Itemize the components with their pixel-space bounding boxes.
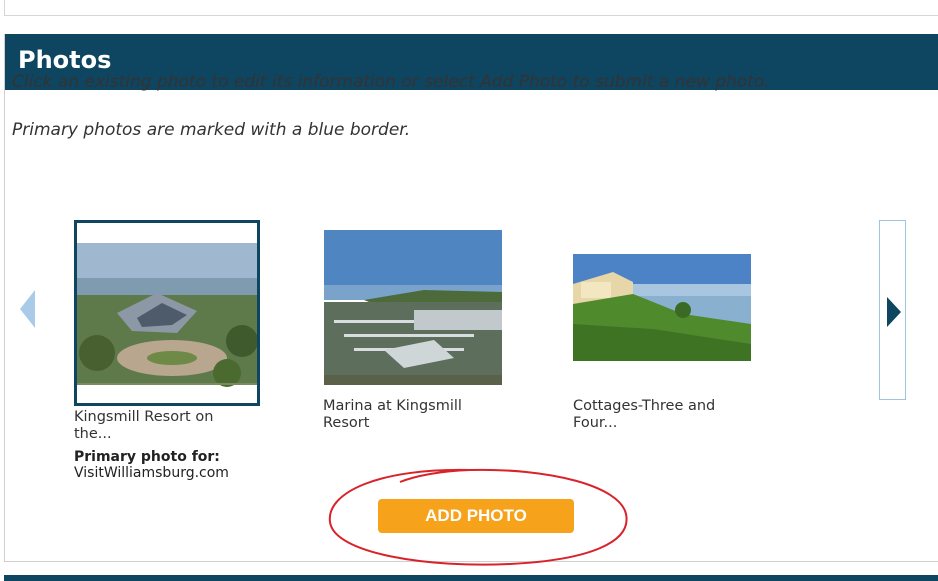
primary-photo-label: Primary photo for: <box>74 449 220 465</box>
caption-line: Four... <box>573 415 618 431</box>
photo-caption-2: Marina at Kingsmill Resort <box>323 398 523 432</box>
next-section-header-edge <box>4 575 938 581</box>
photo-caption-1: Kingsmill Resort on the... <box>74 409 274 443</box>
caption-line: Marina at Kingsmill <box>323 398 462 414</box>
instruction-text: Click an existing photo to edit its info… <box>12 72 770 92</box>
caption-line: Resort <box>323 415 370 431</box>
photo-thumbnail-2[interactable] <box>324 230 502 385</box>
caption-line: Cottages-Three and <box>573 398 716 414</box>
photo-thumbnail-1[interactable] <box>74 220 260 406</box>
chevron-left-icon <box>20 290 35 328</box>
primary-photo-note: Primary photo for: VisitWilliamsburg.com <box>74 449 284 481</box>
photo-thumbnail-3[interactable] <box>573 254 751 361</box>
photo-caption-3: Cottages-Three and Four... <box>573 398 773 432</box>
chevron-right-icon <box>887 297 901 327</box>
primary-photo-site: VisitWilliamsburg.com <box>74 465 229 481</box>
instructions: Click an existing photo to edit its info… <box>12 70 892 142</box>
carousel-prev-button[interactable] <box>20 290 36 328</box>
carousel-next-button[interactable] <box>879 220 906 400</box>
previous-section-edge <box>4 0 938 16</box>
caption-line: the... <box>74 426 112 442</box>
add-photo-button[interactable]: ADD PHOTO <box>378 499 574 533</box>
primary-note-text: Primary photos are marked with a blue bo… <box>12 120 411 140</box>
caption-line: Kingsmill Resort on <box>74 409 214 425</box>
